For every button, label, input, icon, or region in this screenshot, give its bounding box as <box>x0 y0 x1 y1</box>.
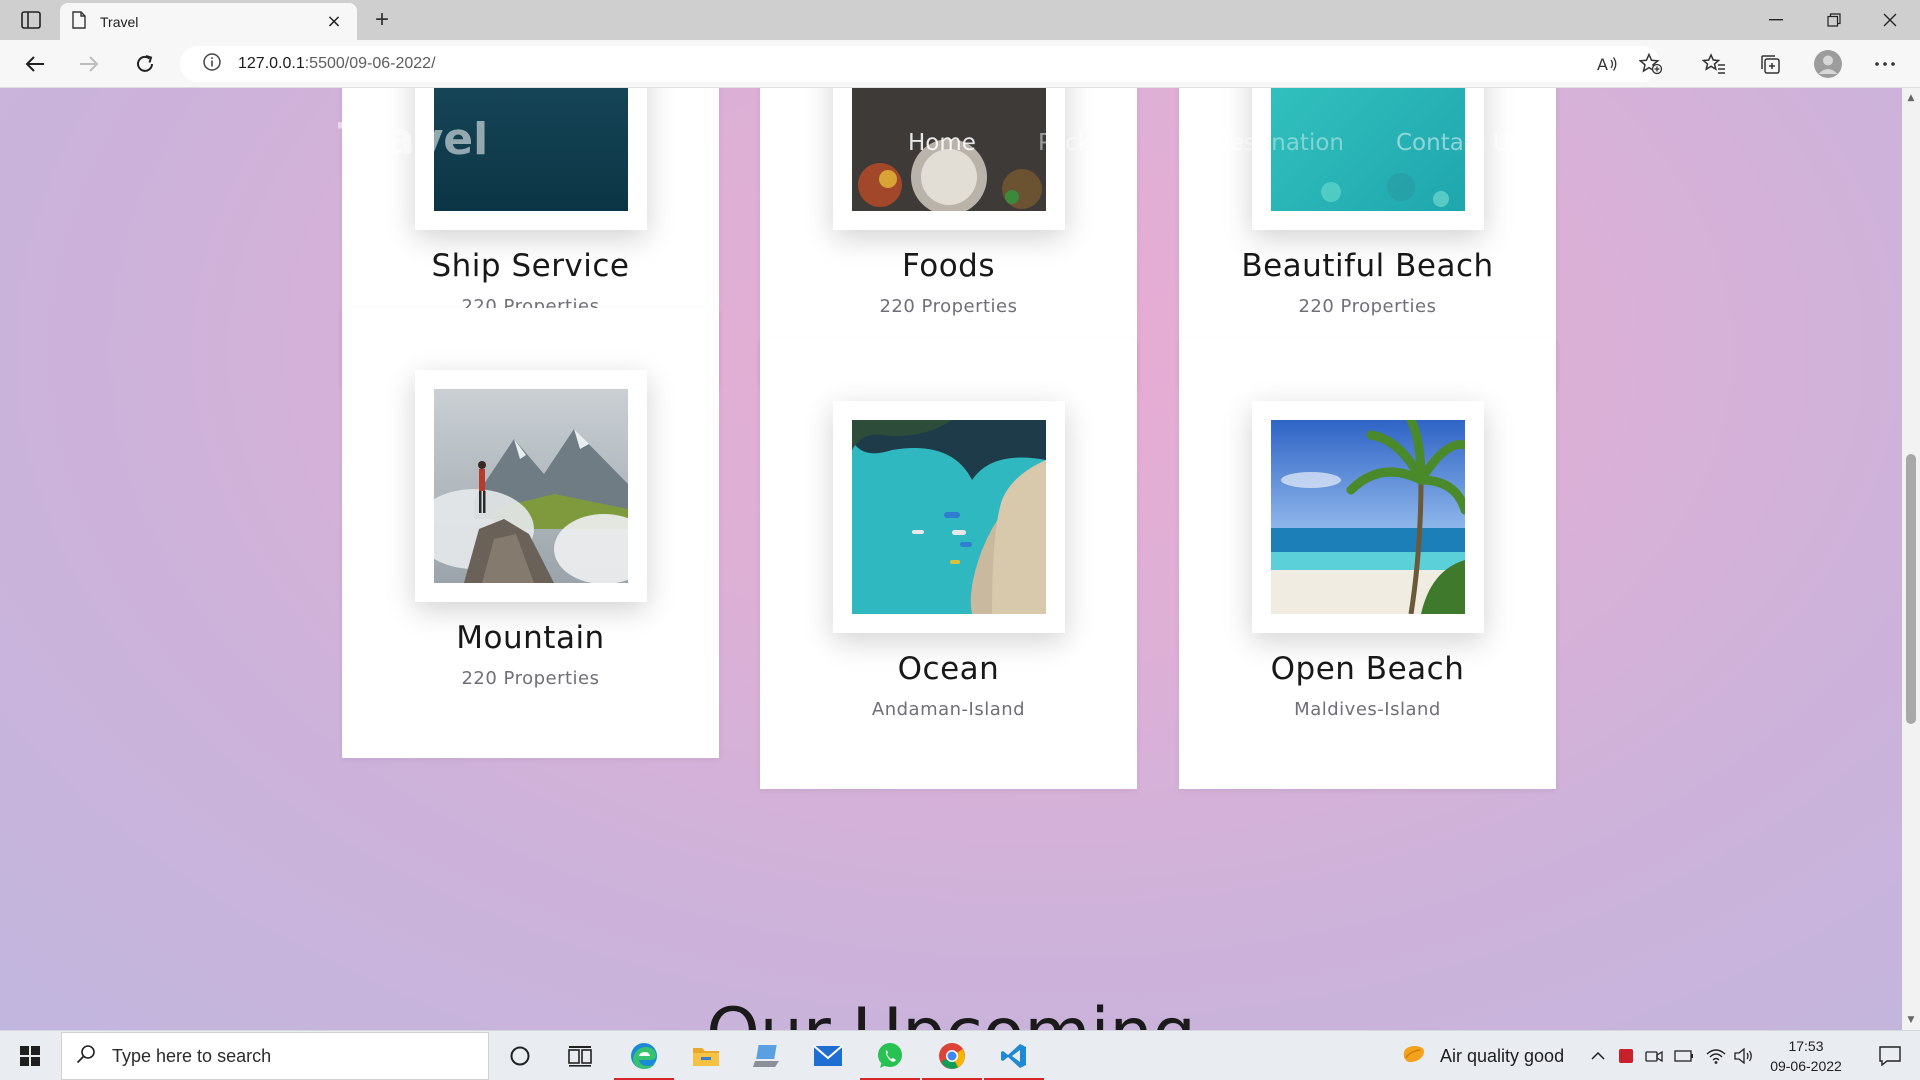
card-subtitle: 220 Properties <box>1298 296 1437 317</box>
wifi-icon[interactable] <box>1704 1031 1728 1080</box>
card-image-frame <box>1252 401 1484 633</box>
card-image-frame <box>833 401 1065 633</box>
collections-icon[interactable] <box>1753 48 1787 80</box>
profile-avatar-icon[interactable] <box>1811 48 1845 80</box>
taskbar-search-box[interactable]: Type here to search <box>61 1032 489 1080</box>
new-tab-button[interactable]: + <box>368 6 396 34</box>
clock-date: 09-06-2022 <box>1770 1058 1842 1074</box>
browser-tab-active[interactable]: Travel × <box>60 3 357 40</box>
vertical-scrollbar[interactable]: ▲ ▼ <box>1902 88 1920 1030</box>
section-title-upcoming: Our Upcoming <box>0 994 1902 1030</box>
windows-taskbar: Type here to search Air quality good 17:… <box>0 1030 1920 1080</box>
url-host: 127.0.0.1 <box>238 55 305 72</box>
battery-icon[interactable] <box>1672 1031 1696 1080</box>
show-hidden-icons-chevron-icon[interactable] <box>1584 1031 1612 1080</box>
site-info-icon[interactable] <box>202 52 222 76</box>
search-placeholder: Type here to search <box>112 1045 272 1066</box>
browser-tab-bar: Travel × + <box>0 0 1920 40</box>
card-image-frame <box>833 88 1065 230</box>
scroll-down-icon[interactable]: ▼ <box>1902 1012 1920 1028</box>
whatsapp-icon[interactable] <box>860 1031 920 1080</box>
meet-now-icon[interactable] <box>1642 1031 1666 1080</box>
card-subtitle: 220 Properties <box>879 296 1018 317</box>
air-quality-icon <box>1400 1043 1426 1069</box>
card-title: Foods <box>902 248 995 284</box>
vscode-icon[interactable] <box>984 1031 1044 1080</box>
tray-app-red-icon[interactable] <box>1614 1031 1638 1080</box>
restore-icon[interactable] <box>1806 0 1862 40</box>
windows-start-icon[interactable] <box>0 1031 60 1080</box>
page-icon <box>72 10 86 33</box>
favorite-star-add-icon[interactable] <box>1634 48 1668 80</box>
browser-toolbar: 127.0.0.1:5500/09-06-2022/ A <box>0 40 1920 88</box>
read-aloud-icon[interactable]: A <box>1590 48 1624 80</box>
favorites-icon[interactable] <box>1697 48 1731 80</box>
tab-title: Travel <box>100 13 139 30</box>
taskbar-clock[interactable]: 17:53 09-06-2022 <box>1760 1036 1852 1076</box>
forward-arrow-icon[interactable] <box>72 48 106 80</box>
search-icon <box>76 1044 96 1068</box>
reload-icon[interactable] <box>128 48 162 80</box>
weather-text: Air quality good <box>1440 1045 1565 1066</box>
card-title: Ocean <box>897 651 1000 687</box>
tab-close-icon[interactable]: × <box>323 11 345 33</box>
card-subtitle: 220 Properties <box>461 668 600 689</box>
nav-package[interactable]: Package <box>1038 130 1133 156</box>
chrome-icon[interactable] <box>922 1031 982 1080</box>
mountain-photo <box>434 389 628 583</box>
scrollbar-thumb[interactable] <box>1906 454 1916 724</box>
address-bar[interactable]: 127.0.0.1:5500/09-06-2022/ <box>180 46 1660 82</box>
minimize-icon[interactable] <box>1748 0 1804 40</box>
card-title: Open Beach <box>1270 651 1465 687</box>
volume-icon[interactable] <box>1732 1031 1756 1080</box>
card-image-frame <box>415 370 647 602</box>
tab-actions-icon[interactable] <box>14 7 48 33</box>
weather-widget[interactable]: Air quality good <box>1400 1031 1564 1080</box>
url-path: :5500/09-06-2022/ <box>304 55 436 72</box>
file-explorer-icon[interactable] <box>676 1031 736 1080</box>
close-window-icon[interactable] <box>1862 0 1918 40</box>
card-image-frame <box>1252 88 1484 230</box>
scroll-up-icon[interactable]: ▲ <box>1902 90 1920 106</box>
task-view-icon[interactable] <box>550 1031 610 1080</box>
open-beach-photo <box>1271 420 1465 614</box>
nav-home[interactable]: Home <box>908 130 976 156</box>
page-viewport: Ship Service 220 Properties Foods 220 Pr… <box>0 88 1902 1030</box>
cortana-icon[interactable] <box>490 1031 550 1080</box>
nav-contact-us[interactable]: Contact Us <box>1396 130 1522 156</box>
back-arrow-icon[interactable] <box>18 48 52 80</box>
edge-browser-icon[interactable] <box>614 1031 674 1080</box>
mail-icon[interactable] <box>798 1031 858 1080</box>
card-subtitle: Maldives-Island <box>1294 699 1441 720</box>
url-text: 127.0.0.1:5500/09-06-2022/ <box>238 55 436 73</box>
clock-time: 17:53 <box>1788 1038 1824 1054</box>
ocean-photo <box>852 420 1046 614</box>
notification-center-icon[interactable] <box>1866 1031 1914 1080</box>
card-title: Beautiful Beach <box>1241 248 1494 284</box>
card-open-beach[interactable]: Open Beach Maldives-Island <box>1179 339 1556 789</box>
laptop-app-icon[interactable] <box>738 1031 798 1080</box>
site-logo[interactable]: Travel <box>338 114 488 165</box>
card-title: Mountain <box>456 620 605 656</box>
nav-destination[interactable]: Destination <box>1212 130 1344 156</box>
card-ocean[interactable]: Ocean Andaman-Island <box>760 339 1137 789</box>
svg-text:A: A <box>1597 55 1608 74</box>
card-title: Ship Service <box>431 248 630 284</box>
card-mountain[interactable]: Mountain 220 Properties <box>342 308 719 758</box>
card-subtitle: Andaman-Island <box>871 699 1026 720</box>
more-menu-icon[interactable] <box>1868 48 1902 80</box>
